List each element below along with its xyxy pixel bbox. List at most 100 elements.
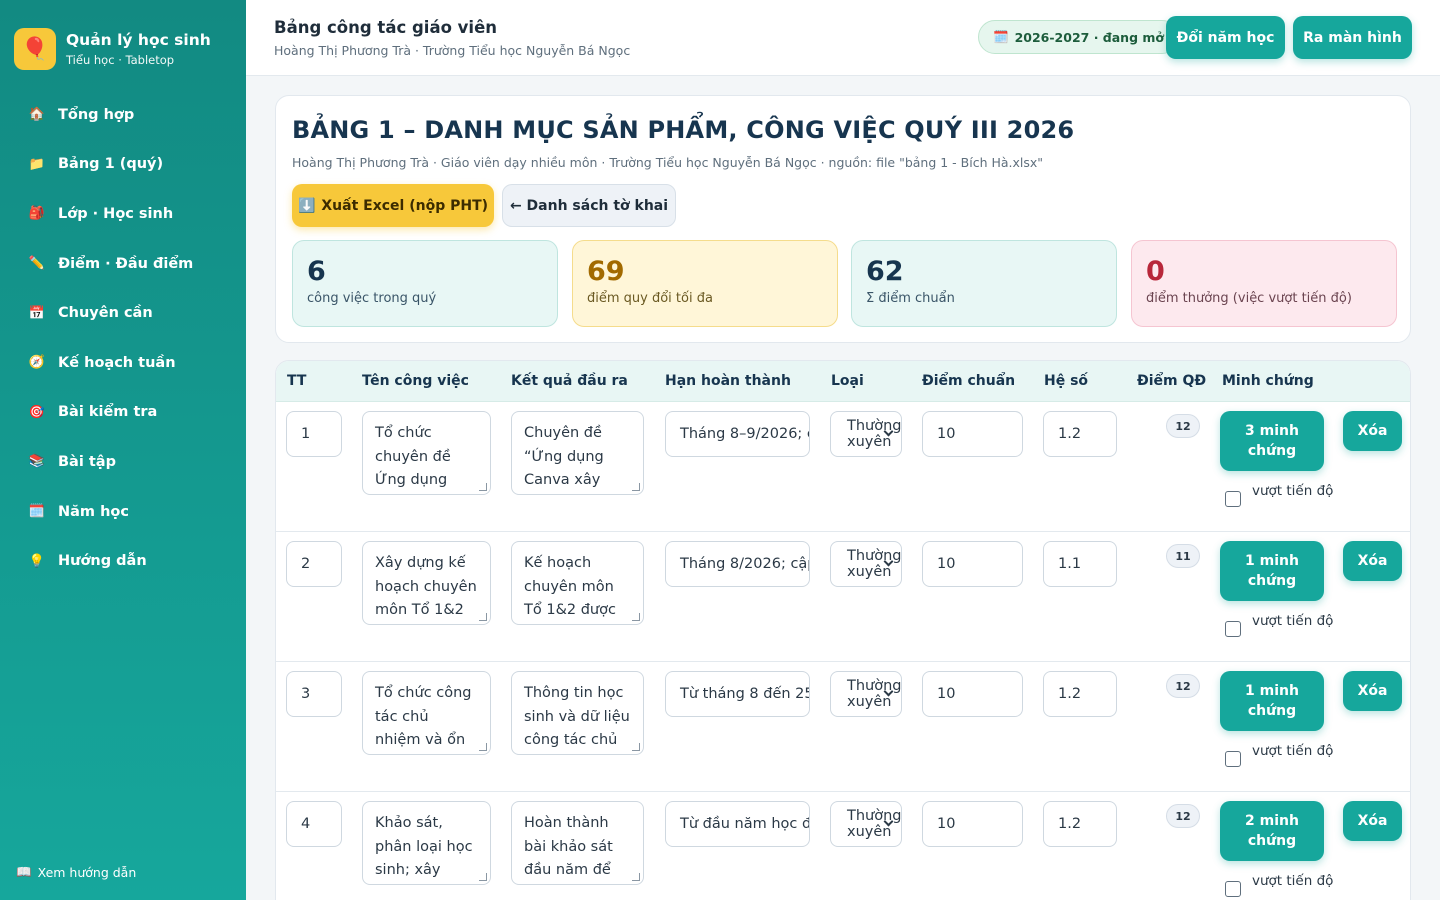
top-header: Bảng công tác giáo viên Hoàng Thị Phương… — [246, 0, 1440, 76]
type-select[interactable]: Thường xuyên — [830, 671, 902, 717]
coefficient-input[interactable]: 1.2 — [1043, 801, 1117, 847]
coefficient-input[interactable]: 1.2 — [1043, 411, 1117, 457]
delete-button[interactable]: Xóa — [1343, 541, 1402, 581]
tt-input[interactable]: 3 — [286, 671, 342, 717]
task-name-textarea[interactable]: Xây dựng kế hoạch chuyên môn Tổ 1&2 — [362, 541, 491, 625]
calendar-icon: 🗓️ — [28, 504, 46, 520]
back-to-list-button[interactable]: ← Danh sách tờ khai — [502, 184, 676, 227]
standard-score-input[interactable]: 10 — [922, 801, 1023, 847]
type-select-value: Thường xuyên — [847, 808, 902, 840]
sidebar-item-guide[interactable]: 💡 Hướng dẫn — [0, 536, 246, 586]
converted-score-badge: 12 — [1166, 674, 1200, 698]
school-year-badge: 🗓️ 2026-2027 · đang mở — [978, 20, 1179, 54]
stat-value: 6 — [307, 256, 326, 287]
sidebar-item-label: Bài tập — [58, 453, 116, 470]
stat-card-tasks: 6 công việc trong quý — [292, 240, 558, 327]
book-icon: 📖 — [16, 864, 32, 879]
type-select-value: Thường xuyên — [847, 418, 902, 450]
sidebar-item-classes[interactable]: 🎒 Lớp · Học sinh — [0, 189, 246, 239]
stat-value: 0 — [1146, 256, 1165, 287]
type-select[interactable]: Thường xuyên — [830, 411, 902, 457]
task-name-textarea[interactable]: Tổ chức chuyên đề Ứng dụng Canva — [362, 411, 491, 495]
sidebar-item-tests[interactable]: 🎯 Bài kiểm tra — [0, 388, 246, 438]
report-subtitle: Hoàng Thị Phương Trà · Giáo viên dạy nhi… — [292, 155, 1044, 170]
calendar-icon: 📅 — [28, 305, 46, 321]
report-title: BẢNG 1 – DANH MỤC SẢN PHẨM, CÔNG VIỆC QU… — [292, 116, 1075, 144]
sidebar-nav: 🏠 Tổng hợp 📁 Bảng 1 (quý) 🎒 Lớp · Học sinh … — [0, 90, 246, 586]
proof-button[interactable]: 3 minh chứng — [1220, 411, 1324, 471]
deadline-input[interactable]: Từ đầu năm học đến — [665, 801, 810, 847]
class-icon: 🎒 — [28, 206, 46, 222]
type-select[interactable]: Thường xuyên — [830, 541, 902, 587]
converted-score-badge: 12 — [1166, 414, 1200, 438]
tt-input[interactable]: 1 — [286, 411, 342, 457]
ahead-of-schedule-checkbox[interactable] — [1225, 491, 1241, 507]
task-output-textarea[interactable]: Hoàn thành bài khảo sát đầu năm để ghi n… — [511, 801, 644, 885]
sidebar-item-school-year[interactable]: 🗓️ Năm học — [0, 487, 246, 537]
view-guide-link[interactable]: 📖 Xem hướng dẫn — [16, 864, 136, 880]
table-row: 3 Tổ chức công tác chủ nhiệm và ổn định … — [276, 662, 1410, 792]
sidebar-item-label: Lớp · Học sinh — [58, 205, 174, 222]
sidebar-item-exercises[interactable]: 📚 Bài tập — [0, 437, 246, 487]
coefficient-input[interactable]: 1.1 — [1043, 541, 1117, 587]
task-name-textarea[interactable]: Tổ chức công tác chủ nhiệm và ổn định lớ… — [362, 671, 491, 755]
exit-screen-button[interactable]: Ra màn hình — [1293, 16, 1412, 59]
column-header-name: Tên công việc — [362, 373, 469, 389]
folder-icon: 📁 — [28, 156, 46, 172]
type-select[interactable]: Thường xuyên — [830, 801, 902, 847]
task-output-textarea[interactable]: Thông tin học sinh và dữ liệu công tác c… — [511, 671, 644, 755]
sidebar-item-overview[interactable]: 🏠 Tổng hợp — [0, 90, 246, 140]
standard-score-input[interactable]: 10 — [922, 671, 1023, 717]
proof-button[interactable]: 1 minh chứng — [1220, 671, 1324, 731]
coefficient-input[interactable]: 1.2 — [1043, 671, 1117, 717]
column-header-score: Điểm chuẩn — [922, 373, 1016, 389]
deadline-input[interactable]: Tháng 8–9/2026; cả năm — [665, 411, 810, 457]
type-select-value: Thường xuyên — [847, 678, 902, 710]
task-output-textarea[interactable]: Chuyên đề “Ứng dụng Canva xây dựng học l… — [511, 411, 644, 495]
ahead-of-schedule-checkbox[interactable] — [1225, 751, 1241, 767]
ahead-of-schedule-checkbox[interactable] — [1225, 621, 1241, 637]
sidebar-item-weekly-plan[interactable]: 🧭 Kế hoạch tuần — [0, 338, 246, 388]
deadline-input[interactable]: Từ tháng 8 đến 25/9 — [665, 671, 810, 717]
school-year-label: 2026-2027 · đang mở — [1014, 29, 1164, 45]
bulb-icon: 💡 — [28, 553, 46, 569]
proof-button[interactable]: 1 minh chứng — [1220, 541, 1324, 601]
delete-button[interactable]: Xóa — [1343, 671, 1402, 711]
change-year-button[interactable]: Đổi năm học — [1166, 16, 1285, 59]
calendar-icon: 🗓️ — [993, 29, 1009, 44]
brand-subtitle: Tiểu học · Tabletop — [66, 53, 175, 67]
stat-value: 69 — [587, 256, 625, 287]
column-header-qd: Điểm QĐ — [1137, 373, 1207, 389]
deadline-input[interactable]: Tháng 8/2026; cập nhật — [665, 541, 810, 587]
table-row: 4 Khảo sát, phân loại học sinh; xây dựng… — [276, 792, 1410, 900]
task-name-textarea[interactable]: Khảo sát, phân loại học sinh; xây dựng k… — [362, 801, 491, 885]
converted-score-badge: 12 — [1166, 804, 1200, 828]
ahead-of-schedule-label: vượt tiến độ — [1252, 613, 1334, 629]
converted-score-badge: 11 — [1166, 544, 1200, 568]
tasks-table: TT Tên công việc Kết quả đầu ra Hạn hoàn… — [275, 360, 1411, 900]
column-header-deadline: Hạn hoàn thành — [665, 373, 791, 389]
tt-input[interactable]: 2 — [286, 541, 342, 587]
sidebar-item-grades[interactable]: ✏️ Điểm · Đầu điểm — [0, 239, 246, 289]
task-output-textarea[interactable]: Kế hoạch chuyên môn Tổ 1&2 được xây dựng… — [511, 541, 644, 625]
delete-button[interactable]: Xóa — [1343, 411, 1402, 451]
delete-button[interactable]: Xóa — [1343, 801, 1402, 841]
sidebar-item-table1[interactable]: 📁 Bảng 1 (quý) — [0, 140, 246, 190]
sidebar-item-label: Năm học — [58, 503, 129, 520]
tt-input[interactable]: 4 — [286, 801, 342, 847]
stat-label: công việc trong quý — [307, 290, 437, 306]
column-header-proof: Minh chứng — [1222, 373, 1314, 389]
export-excel-button[interactable]: ⬇️ Xuất Excel (nộp PHT) — [292, 184, 494, 227]
sidebar-item-attendance[interactable]: 📅 Chuyên cần — [0, 288, 246, 338]
stat-card-standard-points: 62 Σ điểm chuẩn — [851, 240, 1117, 327]
standard-score-input[interactable]: 10 — [922, 411, 1023, 457]
ahead-of-schedule-checkbox[interactable] — [1225, 881, 1241, 897]
standard-score-input[interactable]: 10 — [922, 541, 1023, 587]
proof-button[interactable]: 2 minh chứng — [1220, 801, 1324, 861]
ahead-of-schedule-label: vượt tiến độ — [1252, 873, 1334, 889]
table-header: TT Tên công việc Kết quả đầu ra Hạn hoàn… — [276, 361, 1410, 402]
brand-title: Quản lý học sinh — [66, 31, 211, 49]
sidebar-item-label: Tổng hợp — [58, 106, 135, 123]
pencil-icon: ✏️ — [28, 256, 46, 272]
report-card: BẢNG 1 – DANH MỤC SẢN PHẨM, CÔNG VIỆC QU… — [275, 95, 1411, 343]
